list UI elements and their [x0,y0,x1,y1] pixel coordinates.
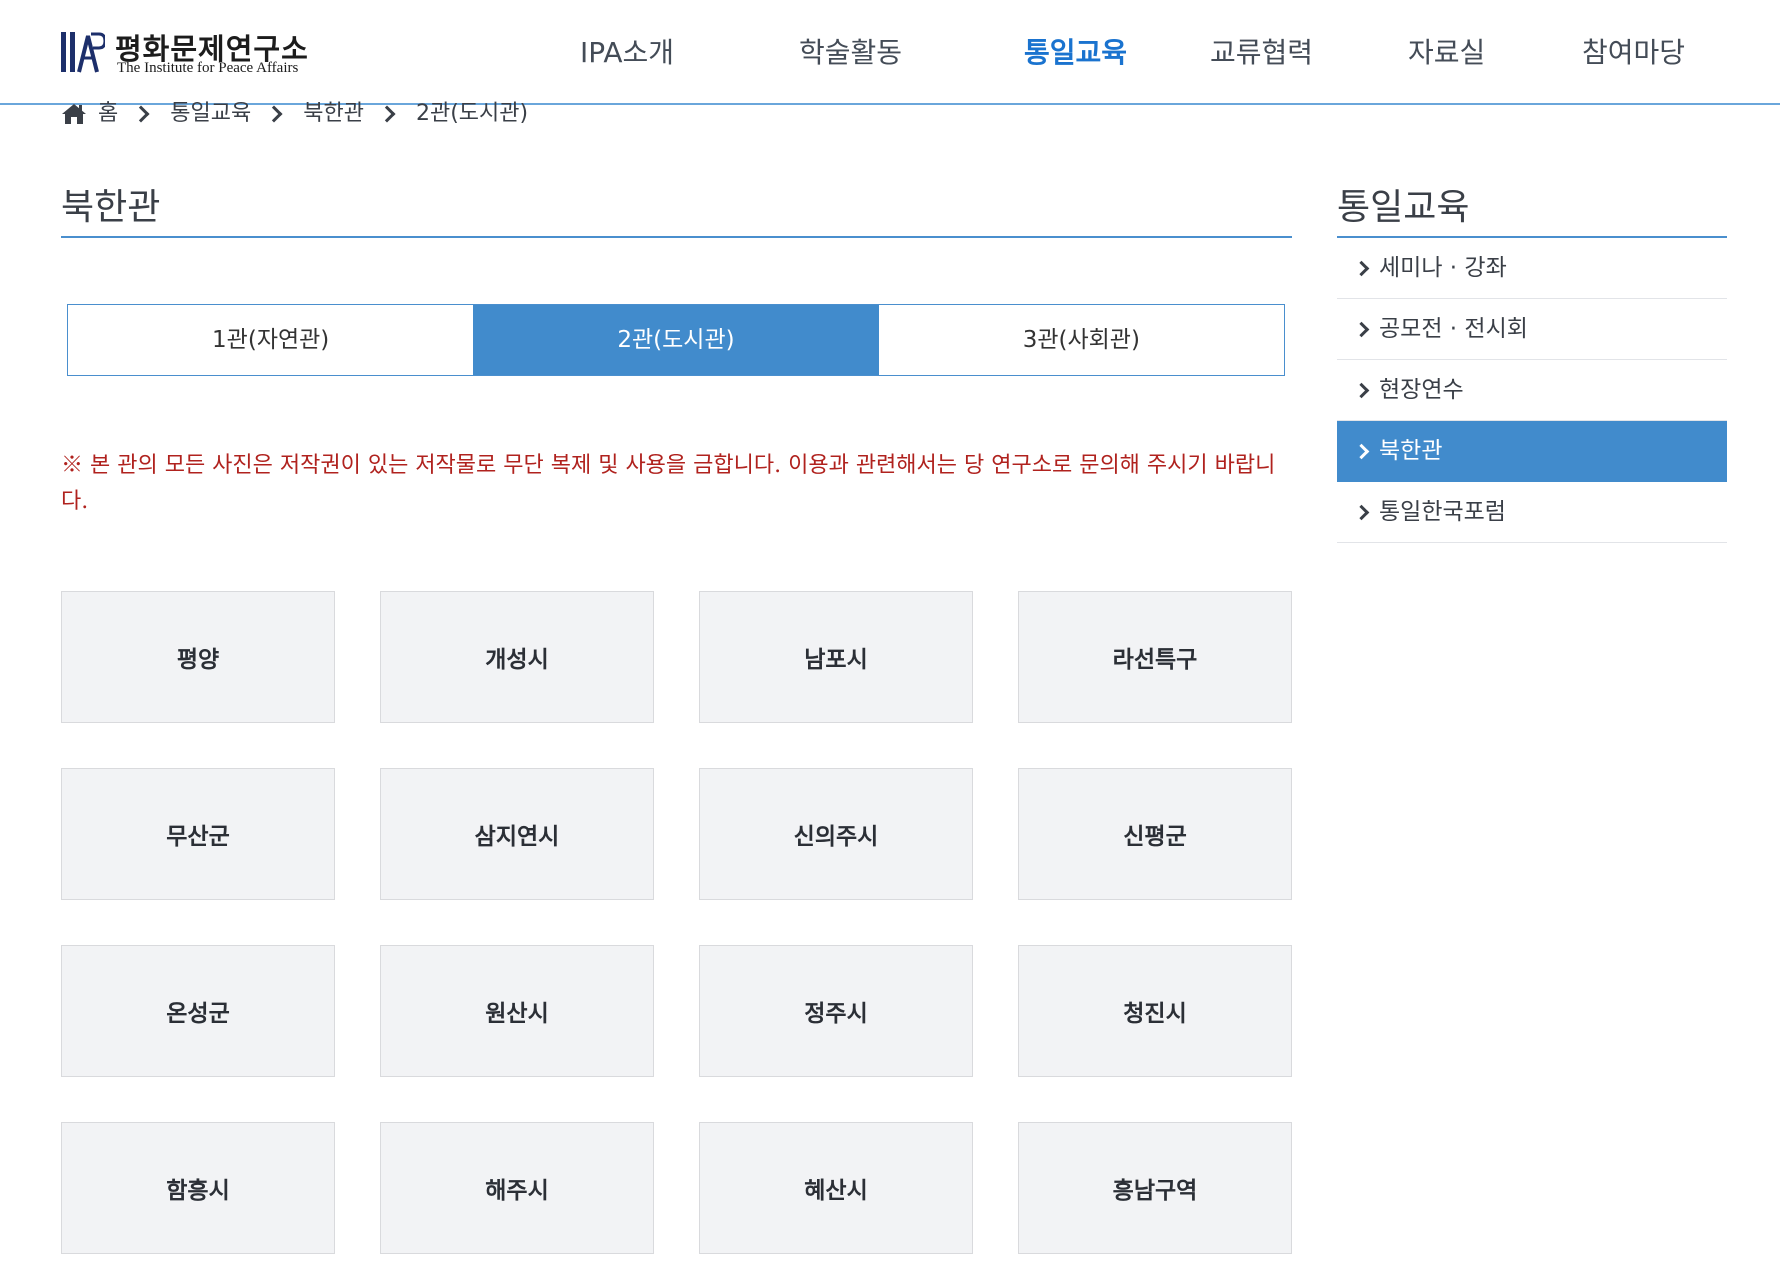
city-card[interactable]: 평양 [61,591,335,723]
logo-english-name: The Institute for Peace Affairs [117,60,299,76]
hall-tabs: 1관(자연관) 2관(도시관) 3관(사회관) [67,304,1285,376]
sidebar-item-label: 통일한국포럼 [1379,499,1506,525]
city-card[interactable]: 혜산시 [699,1122,973,1254]
city-card[interactable]: 삼지연시 [380,768,654,900]
city-card[interactable]: 흥남구역 [1018,1122,1292,1254]
chevron-right-icon [132,105,150,123]
chevron-right-icon [1353,260,1370,277]
chevron-right-icon [1353,443,1370,460]
city-grid: 평양 개성시 남포시 라선특구 무산군 삼지연시 신의주시 신평군 온성군 원산… [61,591,1293,1254]
sidebar-item-label: 공모전 · 전시회 [1379,316,1528,342]
home-icon[interactable] [61,102,87,126]
sidebar-item-label: 현장연수 [1379,377,1464,403]
sidebar-item-contest[interactable]: 공모전 · 전시회 [1337,299,1727,360]
city-card[interactable]: 개성시 [380,591,654,723]
tab-hall-2[interactable]: 2관(도시관) [473,305,879,375]
sidebar-item-field-training[interactable]: 현장연수 [1337,360,1727,421]
nav-archive[interactable]: 자료실 [1408,34,1485,72]
sidebar-item-label: 세미나 · 강좌 [1379,255,1507,281]
breadcrumb-item[interactable]: 북한관 [303,100,364,128]
nav-exchange[interactable]: 교류협력 [1210,34,1313,72]
city-card[interactable]: 신의주시 [699,768,973,900]
copyright-notice: ※ 본 관의 모든 사진은 저작권이 있는 저작물로 무단 복제 및 사용을 금… [61,453,1276,514]
breadcrumb: 홈 통일교육 북한관 2관(도시관) [61,100,528,128]
sidebar-title: 통일교육 [1337,187,1470,228]
chevron-right-icon [265,105,283,123]
site-header: 평화문제연구소 The Institute for Peace Affairs … [0,0,1780,105]
chevron-right-icon [1353,321,1370,338]
nav-ipa-intro[interactable]: IPA소개 [580,34,674,72]
breadcrumb-item[interactable]: 통일교육 [170,100,251,128]
nav-unification-education[interactable]: 통일교육 [1024,34,1127,72]
tab-hall-3[interactable]: 3관(사회관) [878,305,1284,375]
breadcrumb-home[interactable]: 홈 [98,100,118,128]
nav-academic[interactable]: 학술활동 [799,34,902,72]
logo-mark-icon [61,32,105,73]
city-card[interactable]: 함흥시 [61,1122,335,1254]
chevron-right-icon [378,105,396,123]
city-card[interactable]: 온성군 [61,945,335,1077]
city-card[interactable]: 원산시 [380,945,654,1077]
sidebar-item-seminar[interactable]: 세미나 · 강좌 [1337,238,1727,299]
chevron-right-icon [1353,504,1370,521]
city-card[interactable]: 해주시 [380,1122,654,1254]
city-card[interactable]: 신평군 [1018,768,1292,900]
chevron-right-icon [1353,382,1370,399]
city-card[interactable]: 남포시 [699,591,973,723]
sidebar-item-forum[interactable]: 통일한국포럼 [1337,482,1727,543]
city-card[interactable]: 정주시 [699,945,973,1077]
page-title: 북한관 [61,187,161,228]
nav-participation[interactable]: 참여마당 [1582,34,1685,72]
sidebar-item-label: 북한관 [1379,438,1443,464]
city-card[interactable]: 무산군 [61,768,335,900]
city-card[interactable]: 라선특구 [1018,591,1292,723]
tab-hall-1[interactable]: 1관(자연관) [68,305,474,375]
sidebar-menu: 세미나 · 강좌 공모전 · 전시회 현장연수 북한관 통일한국포럼 [1337,238,1727,543]
sidebar-item-north-korea-hall[interactable]: 북한관 [1337,421,1727,482]
site-logo[interactable]: 평화문제연구소 The Institute for Peace Affairs [61,26,321,78]
city-card[interactable]: 청진시 [1018,945,1292,1077]
title-divider [61,236,1292,238]
breadcrumb-current: 2관(도시관) [415,101,529,126]
